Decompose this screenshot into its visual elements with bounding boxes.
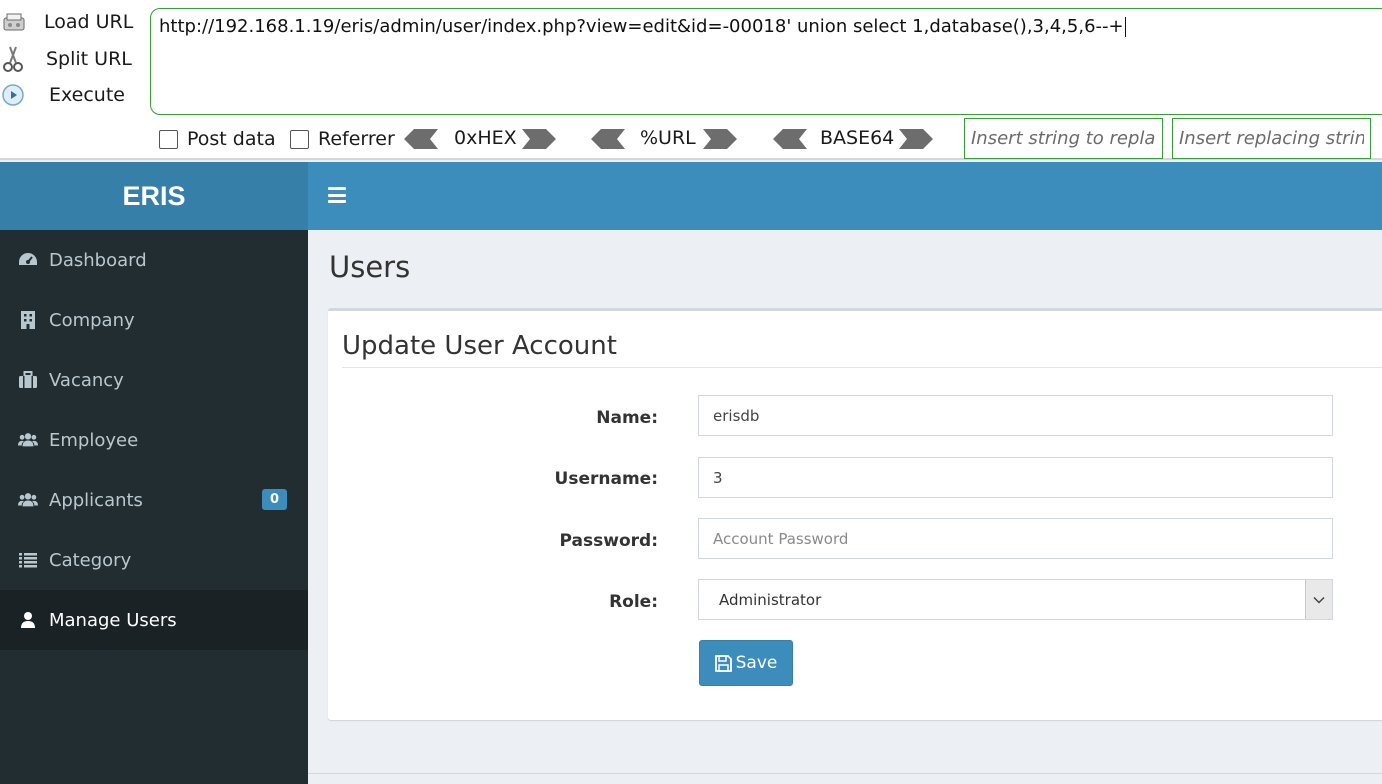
hex-encoding-label: 0xHEX: [454, 127, 517, 149]
sidebar-item-dashboard[interactable]: Dashboard: [0, 230, 308, 290]
divider: [342, 367, 1382, 368]
hex-encode-arrow-icon[interactable]: [522, 129, 556, 149]
users-icon: [18, 490, 38, 510]
form-title: Update User Account: [342, 331, 617, 361]
floppy-disk-icon: [714, 654, 732, 672]
split-url-button[interactable]: Split URL: [0, 44, 145, 74]
sidebar-item-vacancy[interactable]: Vacancy: [0, 350, 308, 410]
briefcase-icon: [18, 370, 38, 390]
name-label: Name:: [596, 408, 658, 428]
dashboard-icon: [18, 250, 38, 270]
load-url-label: Load URL: [44, 11, 134, 33]
role-select[interactable]: Administrator: [698, 579, 1333, 620]
chevron-down-icon[interactable]: [1305, 580, 1332, 619]
menu-toggle-icon[interactable]: [328, 187, 346, 203]
building-icon: [18, 310, 38, 330]
list-icon: [18, 550, 38, 570]
hackbar-toolbar: Load URL Split URL Execute http://192.16…: [0, 0, 1382, 160]
base64-decode-arrow-icon[interactable]: [773, 129, 807, 149]
play-icon: [0, 82, 26, 108]
role-label: Role:: [609, 592, 658, 612]
sidebar: Dashboard Company Vacancy Employee Appli…: [0, 230, 308, 784]
sidebar-item-label: Employee: [49, 429, 139, 451]
sidebar-item-employee[interactable]: Employee: [0, 410, 308, 470]
sidebar-item-company[interactable]: Company: [0, 290, 308, 350]
referrer-checkbox[interactable]: Referrer: [290, 128, 395, 150]
execute-label: Execute: [49, 84, 125, 106]
load-url-icon: [1, 9, 27, 35]
sidebar-item-label: Vacancy: [49, 369, 124, 391]
sidebar-item-label: Dashboard: [49, 249, 147, 271]
sidebar-item-label: Applicants: [49, 489, 143, 511]
role-selected-value: Administrator: [719, 591, 822, 609]
checkbox-box[interactable]: [159, 129, 178, 149]
referrer-label: Referrer: [318, 128, 395, 150]
applicants-count-badge: 0: [262, 489, 287, 510]
split-url-label: Split URL: [46, 48, 132, 70]
replace-string-input[interactable]: [964, 118, 1163, 159]
sidebar-item-label: Company: [49, 309, 135, 331]
password-field[interactable]: [698, 518, 1333, 559]
url-decode-arrow-icon[interactable]: [591, 129, 625, 149]
post-data-checkbox[interactable]: Post data: [159, 128, 276, 150]
update-user-card: Update User Account Name: Username: Pass…: [328, 308, 1382, 720]
replacing-string-input[interactable]: [1172, 118, 1371, 159]
brand-logo[interactable]: ERIS: [0, 162, 308, 230]
base64-encoding-label: BASE64: [820, 127, 895, 149]
hex-decode-arrow-icon[interactable]: [404, 129, 438, 149]
username-field[interactable]: [698, 457, 1333, 498]
username-label: Username:: [554, 469, 658, 489]
checkbox-box[interactable]: [290, 129, 309, 149]
name-field[interactable]: [698, 395, 1333, 436]
sidebar-item-label: Category: [49, 549, 132, 571]
sidebar-item-applicants[interactable]: Applicants 0: [0, 470, 308, 530]
url-encode-arrow-icon[interactable]: [703, 129, 737, 149]
sidebar-item-category[interactable]: Category: [0, 530, 308, 590]
text-caret: [1124, 17, 1126, 37]
password-label: Password:: [559, 531, 658, 551]
url-encoding-label: %URL: [640, 127, 696, 149]
execute-button[interactable]: Execute: [0, 80, 145, 110]
url-textarea[interactable]: http://192.168.1.19/eris/admin/user/inde…: [150, 8, 1382, 115]
save-label: Save: [735, 653, 778, 673]
users-icon: [18, 430, 38, 450]
user-icon: [18, 610, 38, 630]
page-title: Users: [329, 250, 411, 284]
url-text: http://192.168.1.19/eris/admin/user/inde…: [159, 16, 1124, 37]
save-button[interactable]: Save: [699, 640, 793, 686]
footer-divider: [308, 773, 1382, 774]
post-data-label: Post data: [187, 128, 276, 150]
load-url-button[interactable]: Load URL: [0, 7, 145, 37]
scissors-icon: [0, 46, 26, 72]
sidebar-item-manage-users[interactable]: Manage Users: [0, 590, 308, 650]
sidebar-item-label: Manage Users: [49, 609, 177, 631]
base64-encode-arrow-icon[interactable]: [899, 129, 933, 149]
top-navbar: [308, 162, 1382, 230]
